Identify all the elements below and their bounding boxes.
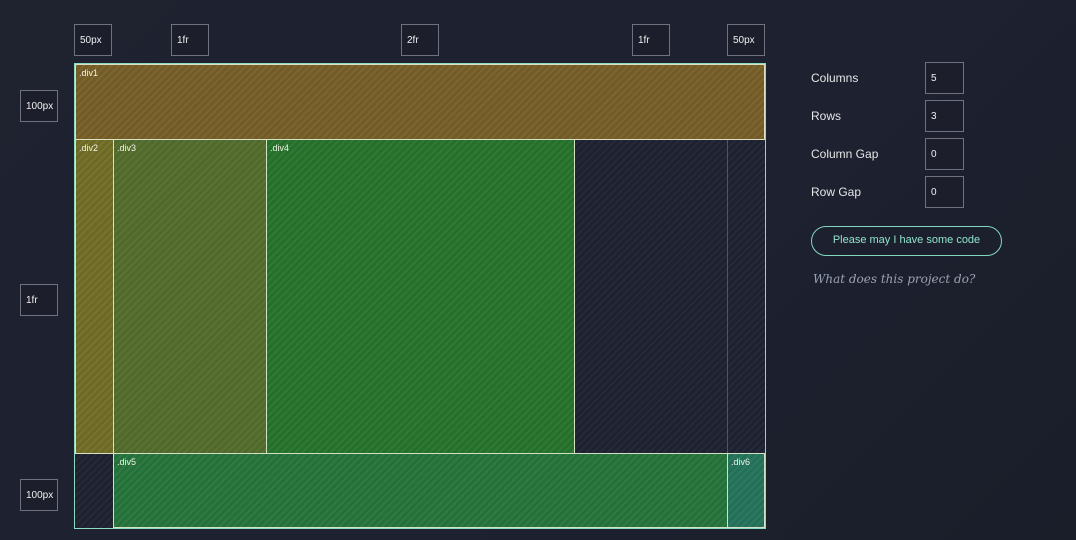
column-gap-label: Column Gap xyxy=(811,147,879,161)
grid-item-label: .div3 xyxy=(117,143,137,153)
grid-item-label: .div6 xyxy=(731,457,751,467)
column-track-input-3[interactable] xyxy=(401,24,439,56)
grid-item-label: .div2 xyxy=(79,143,99,153)
grid-item-label: .div5 xyxy=(117,457,137,467)
grid-item-div1[interactable]: .div1 xyxy=(75,64,765,140)
row-track-input-2[interactable] xyxy=(20,284,58,316)
row-gap-label: Row Gap xyxy=(811,185,862,199)
grid-item-div5[interactable]: .div5 xyxy=(113,453,728,528)
project-info-link[interactable]: What does this project do? xyxy=(813,272,975,286)
grid-item-div2[interactable]: .div2 xyxy=(75,139,114,454)
grid-item-div3[interactable]: .div3 xyxy=(113,139,267,454)
rows-label: Rows xyxy=(811,109,842,123)
rows-input[interactable] xyxy=(925,100,964,132)
column-track-input-4[interactable] xyxy=(632,24,670,56)
grid-item-div4[interactable]: .div4 xyxy=(266,139,575,454)
grid-item-div6[interactable]: .div6 xyxy=(727,453,765,528)
column-gap-input[interactable] xyxy=(925,138,964,170)
columns-input[interactable] xyxy=(925,62,964,94)
column-track-input-1[interactable] xyxy=(74,24,112,56)
grid-item-label: .div1 xyxy=(79,68,99,78)
row-track-input-3[interactable] xyxy=(20,479,58,511)
row-gap-input[interactable] xyxy=(925,176,964,208)
grid-preview: .div1 .div2 .div3 .div4 .div5 .div6 xyxy=(74,63,766,529)
column-track-input-2[interactable] xyxy=(171,24,209,56)
get-code-button[interactable]: Please may I have some code xyxy=(811,226,1002,256)
row-track-input-1[interactable] xyxy=(20,90,58,122)
column-track-input-5[interactable] xyxy=(727,24,765,56)
columns-label: Columns xyxy=(811,71,859,85)
grid-item-label: .div4 xyxy=(270,143,290,153)
